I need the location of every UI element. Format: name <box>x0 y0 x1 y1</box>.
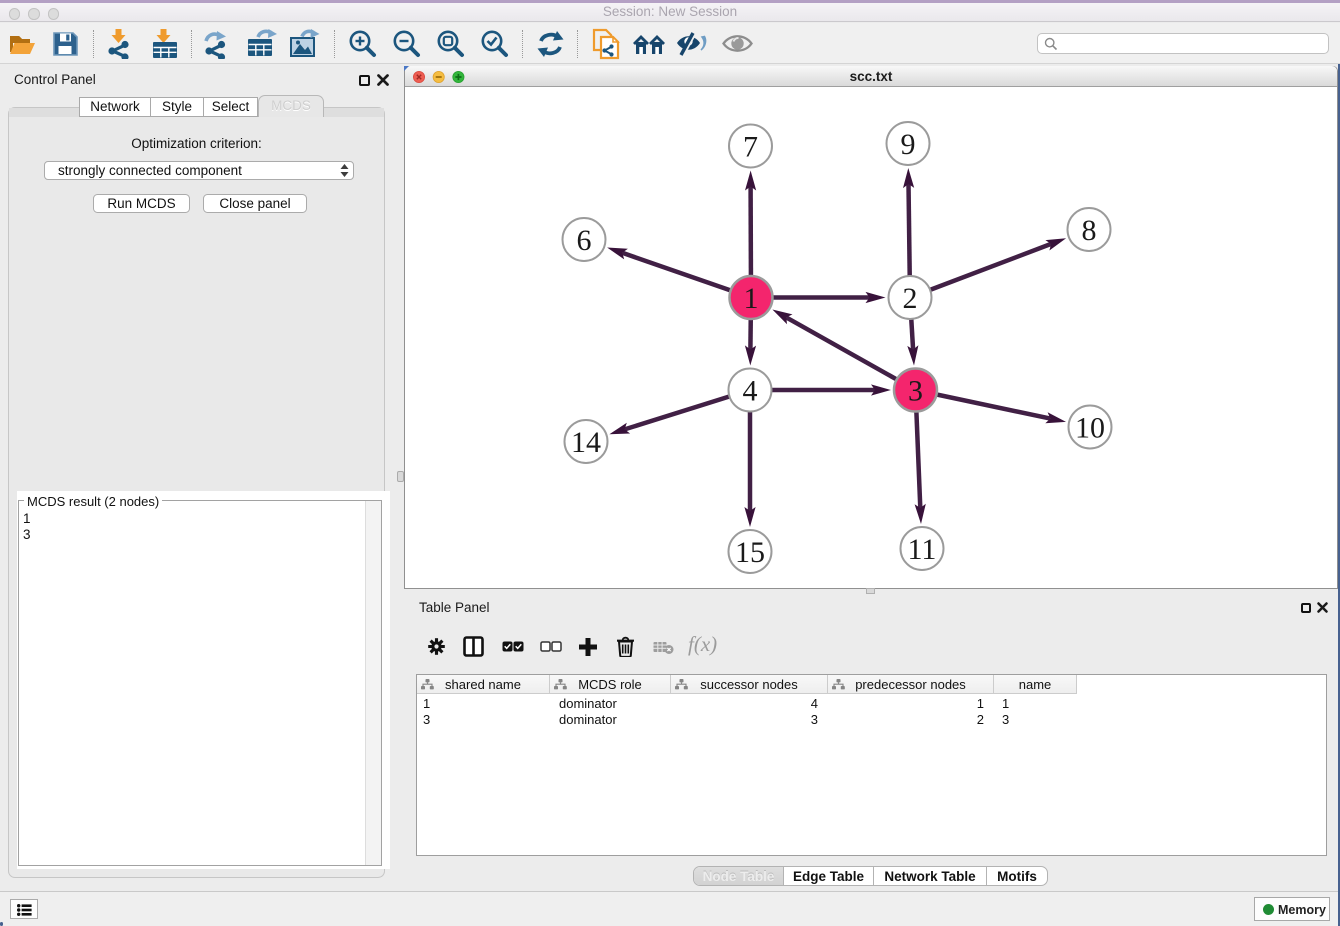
svg-text:8: 8 <box>1082 214 1097 247</box>
svg-text:10: 10 <box>1075 412 1105 445</box>
svg-text:6: 6 <box>577 224 592 257</box>
svg-text:9: 9 <box>901 128 916 161</box>
svg-text:11: 11 <box>908 533 937 566</box>
svg-text:4: 4 <box>743 375 758 408</box>
svg-text:14: 14 <box>571 426 601 459</box>
svg-text:15: 15 <box>735 536 765 569</box>
svg-text:2: 2 <box>903 282 918 315</box>
svg-text:3: 3 <box>908 375 923 408</box>
svg-text:1: 1 <box>744 282 759 315</box>
svg-text:7: 7 <box>743 131 758 164</box>
